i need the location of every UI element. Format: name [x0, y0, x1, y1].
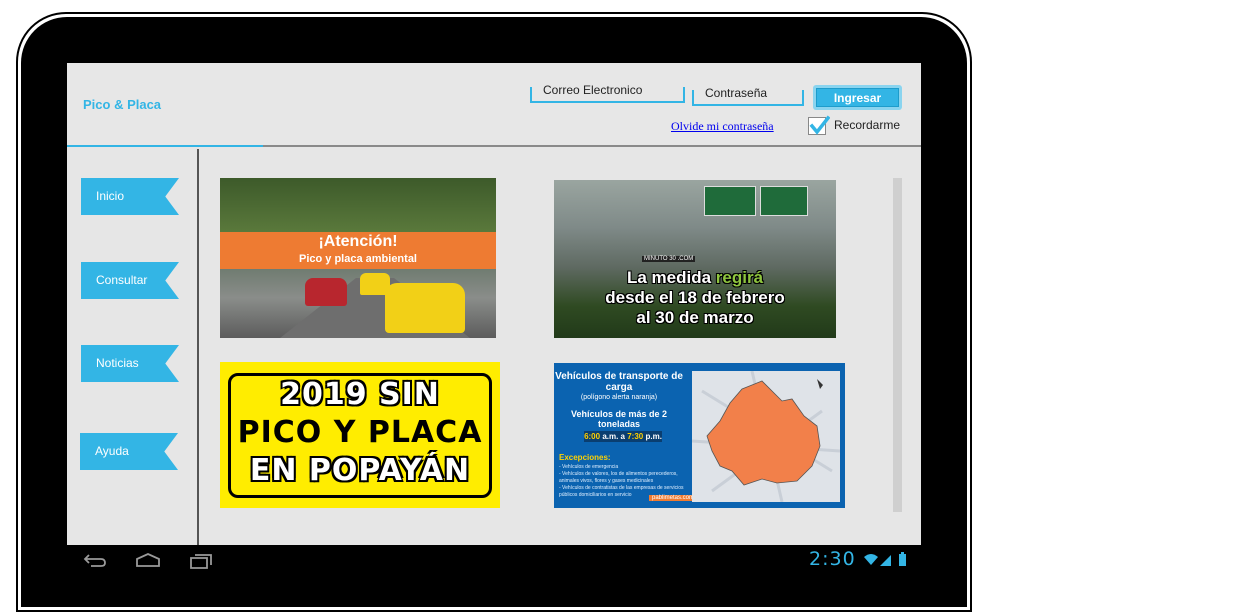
checkmark-icon [809, 115, 830, 135]
signal-icon [880, 555, 891, 566]
card-brand: MINUTO 30 .COM [642, 256, 696, 262]
card-line-3: al 30 de marzo [636, 308, 754, 327]
card-hours: 6:00 a.m. a 7:30 p.m. [584, 431, 662, 442]
card-banner: ¡Atención! Pico y placa ambiental [220, 232, 496, 269]
card-line-2: desde el 18 de febrero [605, 288, 785, 307]
card-heading: ¡Atención! [318, 233, 398, 250]
status-icons [864, 552, 906, 566]
app-header: Pico & Placa Correo Electronico Contrase… [67, 63, 921, 147]
card-line-2: PICO Y PLACA [237, 415, 483, 450]
login-button[interactable]: Ingresar [813, 85, 902, 110]
card-weight: Vehículos de más de 2 toneladas [570, 409, 668, 429]
card-text-panel: Vehículos de transporte de carga (polígo… [554, 363, 698, 508]
street-sign [760, 186, 808, 216]
content-scrollbar[interactable] [893, 178, 902, 512]
login-button-label: Ingresar [816, 88, 899, 107]
card-title: Vehículos de transporte de carga [555, 371, 683, 393]
news-card-medida[interactable]: MINUTO 30 .COM La medida regirá desde el… [554, 180, 836, 338]
card-line-3: EN POPAYÁN [249, 453, 471, 488]
taxi-shape [385, 283, 465, 333]
system-navigation-bar: 2:30 [67, 545, 921, 575]
nav-item-inicio[interactable]: Inicio [81, 178, 179, 215]
red-car-shape [305, 278, 347, 306]
card-brand: pablimetas.com [649, 495, 698, 501]
map-image [691, 370, 841, 503]
card-frame: 2019 SIN PICO Y PLACA EN POPAYÁN [228, 373, 492, 498]
email-field[interactable]: Correo Electronico [530, 83, 685, 103]
card-subheading: Pico y placa ambiental [299, 253, 417, 265]
password-field-label: Contraseña [705, 86, 768, 100]
email-field-label: Correo Electronico [543, 83, 643, 97]
back-icon[interactable] [83, 553, 107, 567]
remember-label: Recordarme [834, 118, 901, 132]
remember-checkbox[interactable] [808, 115, 830, 135]
password-field[interactable]: Contraseña [692, 86, 804, 106]
nav-item-noticias[interactable]: Noticias [81, 345, 179, 382]
battery-icon [899, 554, 906, 566]
card-line-1: La medida regirá [626, 268, 764, 287]
card-exceptions-title: Excepciones: [559, 453, 611, 462]
news-card-ambiental[interactable]: ¡Atención! Pico y placa ambiental [220, 178, 496, 338]
home-icon[interactable] [135, 553, 161, 567]
header-accent-line [67, 145, 263, 147]
nav-item-ayuda[interactable]: Ayuda [80, 433, 178, 470]
app-title: Pico & Placa [83, 97, 162, 112]
news-card-carga[interactable]: Vehículos de transporte de carga (polígo… [554, 363, 845, 508]
map-polygon-icon [691, 370, 841, 503]
status-clock: 2:30 [809, 548, 856, 570]
app-screen: Pico & Placa Correo Electronico Contrase… [67, 63, 921, 575]
sidebar-divider [197, 149, 199, 575]
card-subtitle: (polígono alerta naranja) [580, 394, 658, 401]
nav-item-consultar[interactable]: Consultar [81, 262, 179, 299]
news-card-popayan[interactable]: 2019 SIN PICO Y PLACA EN POPAYÁN [220, 362, 500, 508]
forgot-password-link[interactable]: Olvide mi contraseña [671, 119, 774, 134]
recent-apps-icon[interactable] [189, 553, 213, 569]
street-sign [704, 186, 756, 216]
wifi-icon [864, 554, 878, 565]
card-line-1: 2019 SIN [280, 377, 440, 412]
card-exceptions: - Vehículos de emergencia - Vehículos de… [559, 464, 684, 498]
